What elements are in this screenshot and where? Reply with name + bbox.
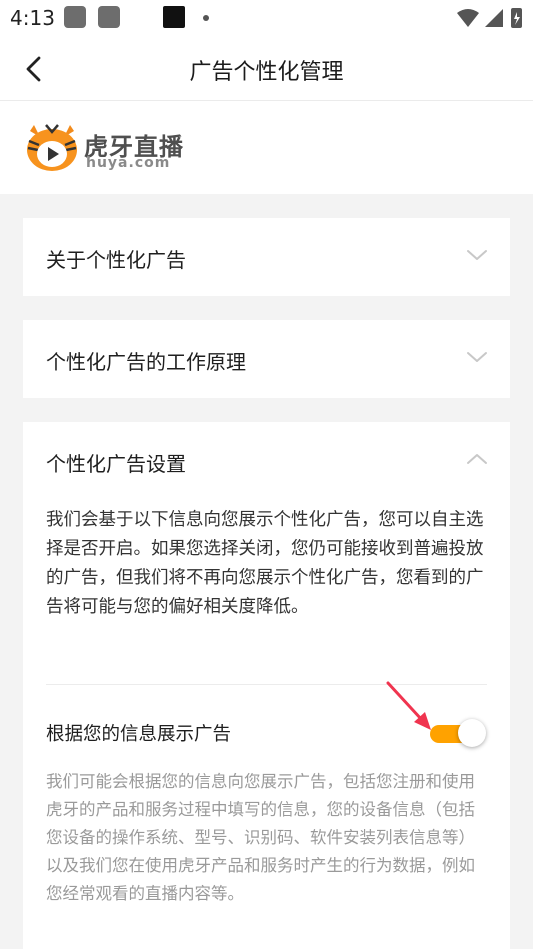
section-header[interactable]: 关于个性化广告 — [23, 218, 510, 296]
section-description: 我们会基于以下信息向您展示个性化广告，您可以自主选择是否开启。如果您选择关闭，您… — [46, 510, 484, 617]
toggle-knob — [458, 719, 486, 747]
brand-name-en: huya.com — [86, 155, 171, 171]
wifi-icon — [457, 9, 479, 27]
signal-icon — [485, 9, 503, 27]
section-header[interactable]: 个性化广告设置 — [23, 422, 510, 500]
chevron-up-icon — [467, 454, 487, 464]
section-how-it-works: 个性化广告的工作原理 — [23, 320, 510, 398]
section-title: 关于个性化广告 — [46, 248, 186, 272]
notification-icon — [98, 6, 120, 28]
section-ad-settings: 个性化广告设置 我们会基于以下信息向您展示个性化广告，您可以自主选择是否开启。如… — [23, 422, 510, 949]
chevron-down-icon — [467, 250, 487, 260]
brand-banner: 虎牙直播 huya.com — [0, 101, 533, 194]
personalized-ads-toggle[interactable] — [428, 718, 488, 748]
notification-icon — [64, 6, 86, 28]
page-title: 广告个性化管理 — [189, 60, 344, 85]
huya-logo-icon — [27, 124, 77, 171]
notification-icon — [163, 6, 185, 28]
annotation-arrow-icon — [386, 681, 431, 730]
system-status-icons — [457, 8, 522, 28]
section-title: 个性化广告的工作原理 — [46, 350, 246, 374]
status-bar: 4:13 — [0, 0, 533, 38]
more-notifications-dot-icon — [203, 15, 209, 21]
status-time: 4:13 — [10, 6, 55, 30]
section-header[interactable]: 个性化广告的工作原理 — [23, 320, 510, 398]
title-bar: 广告个性化管理 — [0, 38, 533, 101]
toggle-description: 我们可能会根据您的信息向您展示广告，包括您注册和使用虎牙的产品和服务过程中填写的… — [46, 772, 475, 903]
personalized-ads-toggle-label: 根据您的信息展示广告 — [46, 724, 232, 745]
chevron-down-icon — [467, 352, 487, 362]
section-title: 个性化广告设置 — [46, 452, 186, 476]
section-about-personalized-ads: 关于个性化广告 — [23, 218, 510, 296]
